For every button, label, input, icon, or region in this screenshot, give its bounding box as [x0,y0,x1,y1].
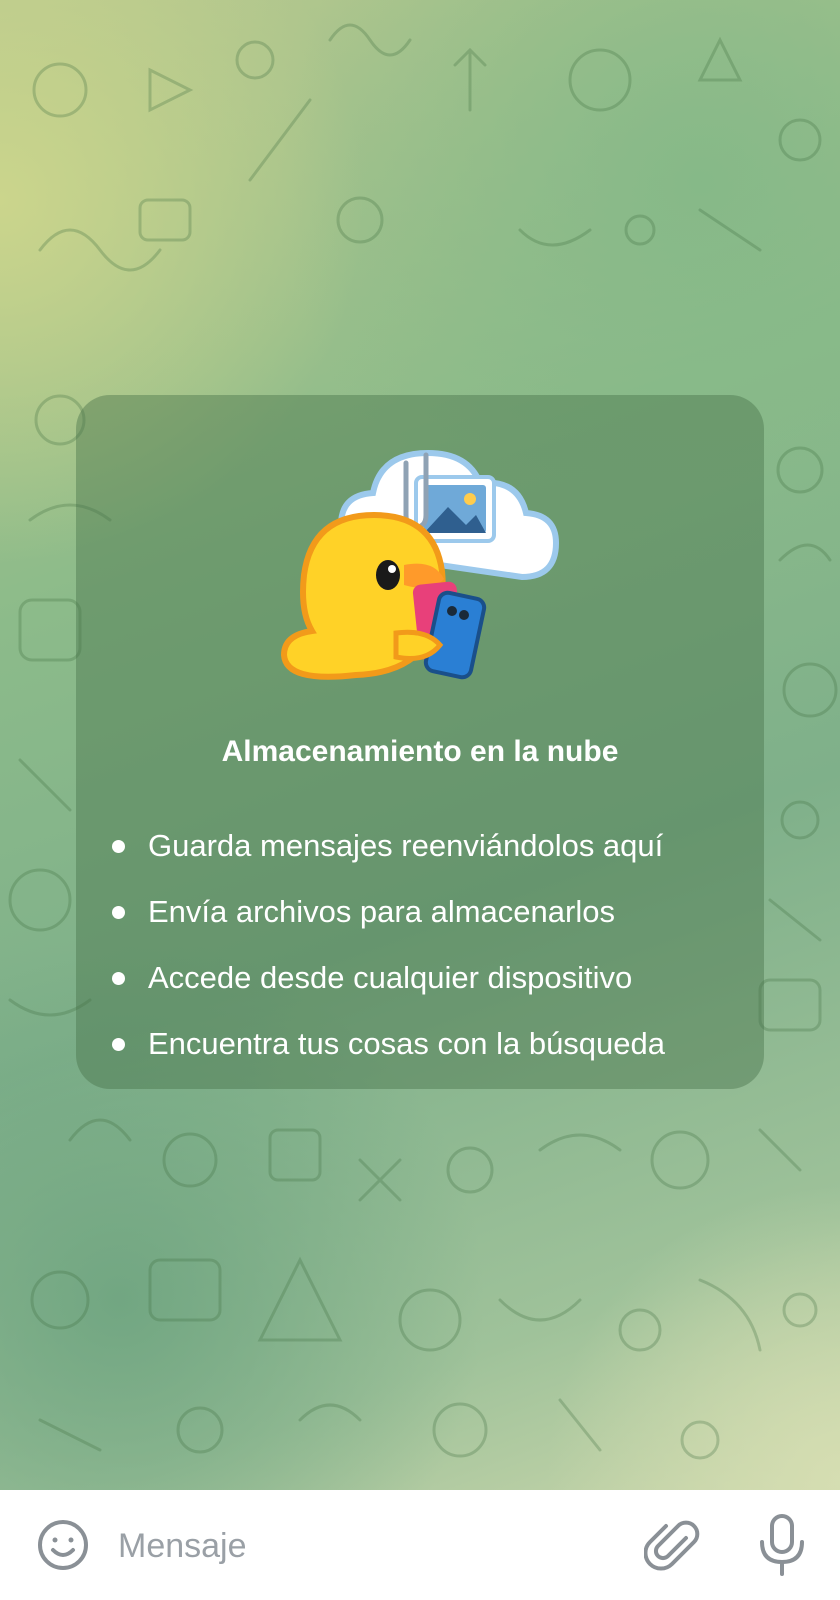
bullet-icon [112,906,125,919]
bullet-icon [112,840,125,853]
duck-cloud-sticker [280,449,560,680]
microphone-icon [760,1514,804,1576]
voice-message-button[interactable] [752,1512,812,1578]
paperclip-icon [643,1520,700,1571]
feature-text: Encuentra tus cosas con la búsqueda [148,1026,666,1061]
card-title: Almacenamiento en la nube [221,735,619,768]
feature-list-item: Envía archivos para almacenarlos [112,879,665,945]
feature-list-item: Encuentra tus cosas con la búsqueda [112,1011,665,1077]
chat-background: Almacenamiento en la nube Guarda mensaje… [0,0,840,1490]
feature-text: Guarda mensajes reenviándolos aquí [148,828,664,863]
feature-list-item: Guarda mensajes reenviándolos aquí [112,813,665,879]
feature-text: Accede desde cualquier dispositivo [148,960,633,995]
bullet-icon [112,1038,125,1051]
emoji-icon [38,1520,88,1570]
bullet-icon [112,972,125,985]
emoji-button[interactable] [35,1517,91,1573]
attach-button[interactable] [643,1516,702,1574]
cloud-storage-info-card: Almacenamiento en la nube Guarda mensaje… [76,395,764,1089]
feature-text: Envía archivos para almacenarlos [148,894,615,929]
feature-list: Guarda mensajes reenviándolos aquí Envía… [112,813,665,1077]
message-composer [0,1490,840,1600]
message-input[interactable] [116,1512,620,1580]
feature-list-item: Accede desde cualquier dispositivo [112,945,665,1011]
